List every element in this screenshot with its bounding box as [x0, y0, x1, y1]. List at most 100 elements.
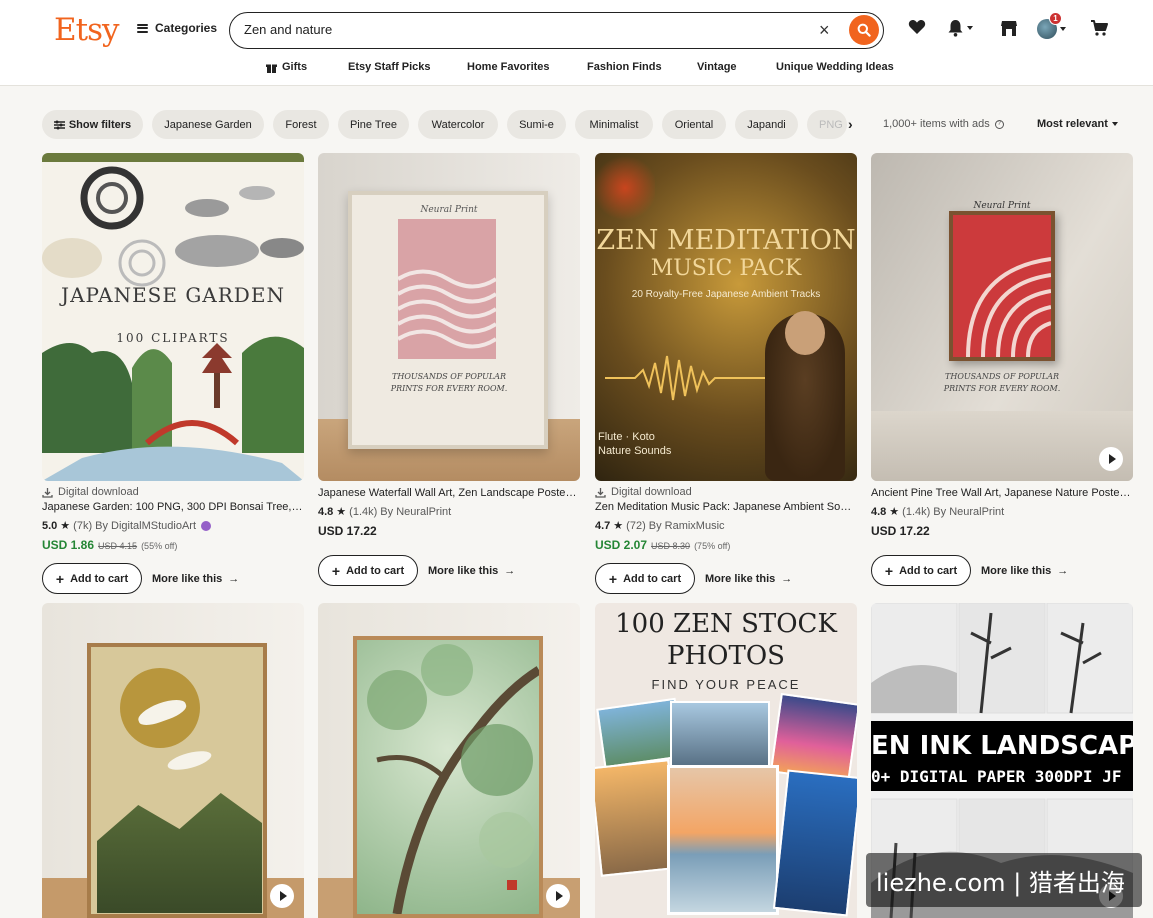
notification-badge: 1 [1049, 12, 1062, 25]
image-title-1: 100 ZEN STOCK [615, 609, 837, 639]
cart-button[interactable] [1090, 19, 1109, 37]
digital-download-label: Digital download [58, 486, 139, 498]
more-like-this-label: More like this [428, 564, 499, 577]
search-button[interactable] [849, 15, 879, 45]
nav-label: Gifts [282, 61, 308, 73]
listing-image[interactable] [42, 603, 304, 918]
sort-dropdown[interactable]: Most relevant [1037, 118, 1118, 130]
cart-icon [1091, 20, 1108, 36]
star-seller-icon [201, 520, 211, 531]
shop-manager-button[interactable] [1000, 19, 1018, 37]
listing-image[interactable]: JAPANESE GARDEN 100 CLIPARTS [42, 153, 304, 481]
categories-button[interactable]: Categories [137, 21, 217, 35]
rating-score: 4.8 [871, 505, 887, 518]
search-input[interactable] [244, 22, 804, 37]
play-video-button[interactable] [546, 884, 570, 908]
download-icon [42, 487, 53, 498]
shop-name[interactable]: By DigitalMStudioArt [95, 520, 196, 532]
filter-chip[interactable]: Oriental [662, 110, 726, 139]
add-to-cart-button[interactable]: + Add to cart [42, 563, 142, 594]
arrow-right-icon: → [781, 572, 793, 585]
price: USD 17.22 [318, 524, 377, 538]
nav-wedding-ideas[interactable]: Unique Wedding Ideas [776, 61, 894, 73]
chevron-right-icon[interactable]: › [848, 116, 853, 132]
listing-title[interactable]: Japanese Waterfall Wall Art, Zen Landsca… [318, 487, 580, 499]
heart-icon [908, 20, 926, 34]
filter-chip[interactable]: Japanese Garden [152, 110, 264, 139]
add-to-cart-button[interactable]: + Add to cart [871, 555, 971, 586]
shop-name[interactable]: By RamixMusic [649, 520, 725, 532]
more-like-this-label: More like this [152, 572, 223, 585]
image-title: JAPANESE GARDEN [61, 283, 285, 307]
favorites-button[interactable] [908, 19, 926, 35]
nav-staff-picks[interactable]: Etsy Staff Picks [348, 61, 431, 73]
more-like-this-link[interactable]: More like this → [428, 565, 515, 577]
plus-icon: + [55, 570, 65, 587]
nav-gifts[interactable]: Gifts [266, 61, 307, 73]
listing-title[interactable]: Ancient Pine Tree Wall Art, Japanese Nat… [871, 487, 1133, 499]
category-nav: Gifts Etsy Staff Picks Home Favorites Fa… [0, 61, 1153, 75]
rating-score: 4.8 [318, 505, 334, 518]
rating-score: 4.7 [595, 519, 611, 532]
nav-fashion-finds[interactable]: Fashion Finds [587, 61, 662, 73]
show-filters-button[interactable]: Show filters [42, 110, 143, 139]
add-to-cart-label: Add to cart [623, 572, 682, 585]
image-subtitle: 20 Royalty-Free Japanese Ambient Tracks [631, 289, 821, 300]
filter-chip[interactable]: Watercolor [418, 110, 498, 139]
notifications-button[interactable] [947, 19, 973, 37]
more-like-this-label: More like this [705, 572, 776, 585]
more-like-this-link[interactable]: More like this → [705, 573, 792, 585]
nav-vintage[interactable]: Vintage [697, 61, 737, 73]
listing-image[interactable]: Neural Print THOUSANDS OF POPULAR PRINTS… [871, 153, 1133, 481]
listing-card[interactable]: JAPANESE GARDEN 100 CLIPARTS Digital dow… [42, 153, 304, 594]
listing-price: USD 2.07 USD 8.30 (75% off) [595, 538, 857, 552]
etsy-logo[interactable]: Etsy [54, 12, 120, 48]
image-caption: THOUSANDS OF POPULAR PRINTS FOR EVERY RO… [390, 372, 508, 393]
star-icon: ★ [336, 506, 347, 518]
shop-name[interactable]: By NeuralPrint [380, 506, 451, 518]
listing-card[interactable]: Neural Print THOUSANDS OF POPULAR PRINTS… [871, 153, 1133, 586]
digital-download-tag: Digital download [595, 486, 857, 498]
star-icon: ★ [889, 506, 900, 518]
show-filters-label: Show filters [68, 118, 132, 131]
arrow-right-icon: → [228, 572, 240, 585]
add-to-cart-button[interactable]: + Add to cart [595, 563, 695, 594]
listing-card[interactable]: Neural Print THOUSANDS OF POPULAR PRINTS… [318, 153, 580, 586]
listing-title[interactable]: Japanese Garden: 100 PNG, 300 DPI Bonsai… [42, 501, 304, 513]
more-like-this-link[interactable]: More like this → [981, 565, 1068, 577]
review-count: (72) [626, 519, 646, 532]
image-brand: Neural Print [973, 201, 1031, 211]
plus-icon: + [331, 562, 341, 579]
watermark: liezhe.com | 猎者出海 [866, 853, 1142, 907]
listing-image[interactable] [318, 603, 580, 918]
filter-chip[interactable]: PNG [807, 110, 847, 139]
filter-chip[interactable]: Pine Tree [338, 110, 409, 139]
arrow-right-icon: → [1057, 564, 1069, 577]
plus-icon: + [884, 562, 894, 579]
bell-icon [948, 20, 963, 37]
listing-image[interactable]: Neural Print THOUSANDS OF POPULAR PRINTS… [318, 153, 580, 481]
filter-chip[interactable]: Sumi-e [507, 110, 566, 139]
filter-chip[interactable]: Minimalist [575, 110, 653, 139]
listing-card[interactable]: ZEN MEDITATION MUSIC PACK 20 Royalty-Fre… [595, 153, 857, 594]
listing-price: USD 17.22 [871, 524, 1133, 538]
nav-home-favorites[interactable]: Home Favorites [467, 61, 550, 73]
listing-image[interactable]: 100 ZEN STOCK PHOTOS FIND YOUR PEACE [595, 603, 857, 918]
more-like-this-link[interactable]: More like this → [152, 573, 239, 585]
add-to-cart-button[interactable]: + Add to cart [318, 555, 418, 586]
info-icon[interactable]: ? [994, 119, 1004, 129]
shop-name[interactable]: By NeuralPrint [933, 506, 1004, 518]
filter-icon [53, 120, 65, 129]
listing-image[interactable]: ZEN MEDITATION MUSIC PACK 20 Royalty-Fre… [595, 153, 857, 481]
play-video-button[interactable] [1099, 447, 1123, 471]
listing-rating: 4.7 ★ (72) By RamixMusic [595, 519, 857, 533]
account-menu-button[interactable]: 1 [1037, 12, 1066, 39]
clear-icon[interactable]: × [819, 21, 830, 39]
filter-chip[interactable]: Forest [273, 110, 329, 139]
listing-rating: 4.8 ★ (1.4k) By NeuralPrint [318, 505, 580, 519]
listing-rating: 4.8 ★ (1.4k) By NeuralPrint [871, 505, 1133, 519]
filter-chip[interactable]: Japandi [735, 110, 798, 139]
play-video-button[interactable] [270, 884, 294, 908]
listing-title[interactable]: Zen Meditation Music Pack: Japanese Ambi… [595, 501, 857, 513]
categories-label: Categories [155, 21, 218, 35]
